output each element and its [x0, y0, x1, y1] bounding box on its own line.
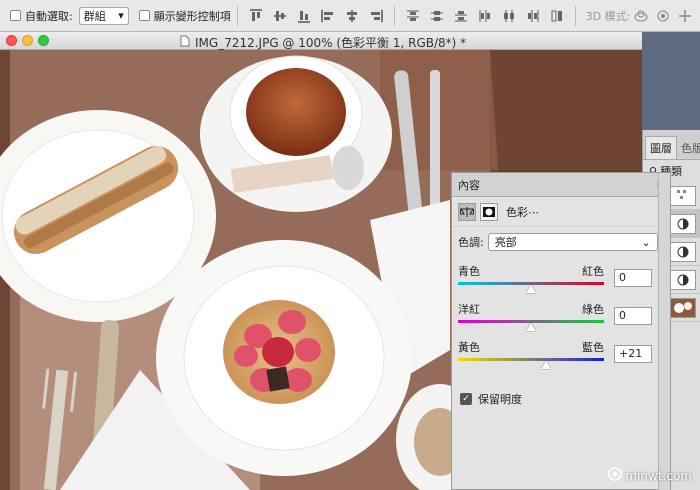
minimize-window-button[interactable]: [22, 35, 33, 46]
close-window-button[interactable]: [6, 35, 17, 46]
yellow-blue-track[interactable]: [458, 358, 604, 369]
chevron-down-icon: ▾: [118, 9, 124, 22]
yellow-blue-value-input[interactable]: +21: [614, 345, 652, 363]
watermark: minwt.com: [608, 467, 692, 484]
document-title-text: IMG_7212.JPG @ 100% (色彩平衡 1, RGB/8*) *: [195, 36, 467, 50]
yellow-blue-slider: 黃色 藍色 +21: [458, 339, 654, 369]
align-horizontal-centers-icon[interactable]: [340, 6, 364, 26]
tab-channels[interactable]: 色版: [677, 137, 700, 159]
distribute-right-icon[interactable]: [521, 6, 545, 26]
layer-mask-icon[interactable]: [480, 202, 498, 221]
auto-select-checkbox[interactable]: [10, 10, 21, 21]
magenta-green-track[interactable]: [458, 320, 604, 331]
properties-scrollbar[interactable]: [658, 173, 670, 490]
window-controls: [6, 35, 49, 46]
auto-align-layers-icon[interactable]: [545, 6, 569, 26]
properties-panel-header: 內容 ≡: [452, 173, 670, 197]
align-left-edges-icon[interactable]: [316, 6, 340, 26]
show-transform-checkbox[interactable]: [138, 10, 150, 21]
divider: [236, 5, 238, 26]
color-balance-adjustment-icon[interactable]: [458, 202, 476, 221]
document-file-icon: [180, 35, 190, 50]
show-transform-option[interactable]: 顯示變形控制項: [138, 8, 231, 24]
adjustment-name: 色彩⋯: [506, 205, 539, 219]
magenta-green-value-input[interactable]: 0: [614, 307, 652, 325]
cyan-red-track[interactable]: [458, 282, 604, 293]
align-top-edges-icon[interactable]: [244, 6, 268, 26]
divider: [574, 5, 576, 26]
distribute-vcenter-icon[interactable]: [425, 6, 449, 26]
filter-icon: [670, 185, 696, 206]
tab-layers[interactable]: 圖層: [645, 136, 677, 159]
adjustment-header: 色彩⋯: [452, 197, 670, 227]
document-title: IMG_7212.JPG @ 100% (色彩平衡 1, RGB/8*) *: [180, 34, 466, 51]
watermark-text: minwt.com: [625, 468, 692, 483]
adjustment-layer-icon: [670, 269, 696, 290]
align-tools: [244, 6, 388, 26]
adjustment-layer-icon: [670, 213, 696, 234]
divider: [393, 5, 395, 26]
layers-panel-tabs: 圖層 色版: [643, 130, 700, 160]
preserve-luminosity-option[interactable]: ✓ 保留明度: [460, 391, 522, 407]
magenta-green-slider: 洋紅 綠色 0: [458, 301, 654, 331]
pan-3d-icon[interactable]: [674, 6, 696, 26]
magenta-label: 洋紅: [458, 303, 480, 316]
slider-thumb[interactable]: [541, 361, 552, 369]
yellow-label: 黃色: [458, 341, 480, 354]
cyan-red-slider: 青色 紅色 0: [458, 263, 654, 293]
mode-3d-label: 3D 模式:: [585, 9, 631, 23]
options-bar: 自動選取: 群組 ▾ 顯示變形控制項 3D 模式:: [0, 0, 700, 32]
preserve-luminosity-label: 保留明度: [478, 393, 522, 406]
cyan-red-value-input[interactable]: 0: [614, 269, 652, 287]
auto-select-option[interactable]: 自動選取:: [10, 8, 73, 24]
tab-properties[interactable]: 內容: [458, 177, 480, 193]
roll-3d-icon[interactable]: [652, 6, 674, 26]
chevron-down-icon: ⌄: [641, 235, 651, 249]
distribute-hcenter-icon[interactable]: [497, 6, 521, 26]
cyan-label: 青色: [458, 265, 480, 278]
align-bottom-edges-icon[interactable]: [292, 6, 316, 26]
slider-thumb[interactable]: [526, 323, 536, 331]
properties-panel: 內容 ≡ 色彩⋯ 色調: 亮部 ⌄ 青色 紅色 0: [451, 172, 671, 490]
orbit-3d-icon[interactable]: [630, 6, 652, 26]
show-transform-label: 顯示變形控制項: [153, 9, 231, 23]
slider-thumb[interactable]: [526, 285, 536, 293]
tone-label: 色調:: [458, 236, 484, 249]
auto-select-label: 自動選取:: [25, 9, 73, 23]
distribute-bottom-icon[interactable]: [449, 6, 473, 26]
distribute-top-icon[interactable]: [401, 6, 425, 26]
document-title-bar: IMG_7212.JPG @ 100% (色彩平衡 1, RGB/8*) *: [0, 32, 642, 50]
auto-select-target-value: 群組: [83, 9, 106, 23]
align-vertical-centers-icon[interactable]: [268, 6, 292, 26]
tone-dropdown-value: 亮部: [494, 236, 517, 249]
distribute-tools: [401, 6, 569, 26]
adjustment-layer-icon: [670, 241, 696, 262]
blue-label: 藍色: [582, 341, 604, 354]
watermark-logo-icon: [608, 467, 623, 484]
preserve-luminosity-checkbox[interactable]: ✓: [460, 393, 472, 405]
distribute-left-icon[interactable]: [473, 6, 497, 26]
green-label: 綠色: [582, 303, 604, 316]
image-layer-thumbnail: [670, 297, 696, 318]
tone-dropdown[interactable]: 亮部 ⌄: [487, 233, 658, 251]
red-label: 紅色: [582, 265, 604, 278]
properties-body: 色調: 亮部 ⌄ 青色 紅色 0 洋紅 綠色 0 黃色 藍色 +21 ✓ 保留明…: [452, 227, 670, 489]
maximize-window-button[interactable]: [38, 35, 49, 46]
auto-select-target-dropdown[interactable]: 群組 ▾: [78, 6, 129, 25]
tone-row: 色調: 亮部 ⌄: [458, 233, 658, 251]
align-right-edges-icon[interactable]: [364, 6, 388, 26]
